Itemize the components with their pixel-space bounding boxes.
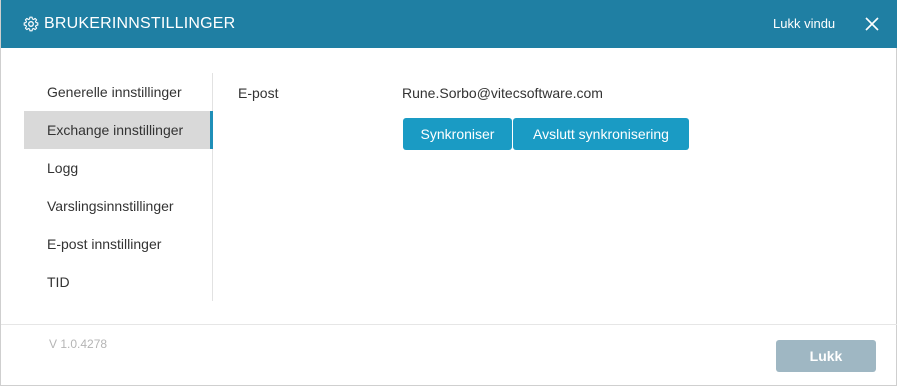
email-value: Rune.Sorbo@vitecsoftware.com bbox=[402, 85, 603, 101]
settings-dialog: BRUKERINNSTILLINGER Lukk vindu Generelle… bbox=[0, 0, 897, 386]
sidebar-item-notifications[interactable]: Varslingsinnstillinger bbox=[24, 187, 212, 225]
sidebar-item-general[interactable]: Generelle innstillinger bbox=[24, 73, 212, 111]
close-button[interactable]: Lukk bbox=[776, 340, 876, 372]
stop-sync-button[interactable]: Avslutt synkronisering bbox=[513, 118, 689, 150]
close-window-link[interactable]: Lukk vindu bbox=[773, 0, 835, 48]
header-title-group: BRUKERINNSTILLINGER bbox=[23, 0, 235, 48]
close-icon[interactable] bbox=[864, 16, 880, 32]
settings-sidebar: Generelle innstillinger Exchange innstil… bbox=[24, 73, 213, 301]
gear-icon bbox=[23, 16, 39, 32]
email-label: E-post bbox=[238, 85, 279, 101]
sidebar-item-tid[interactable]: TID bbox=[24, 263, 212, 301]
footer-divider bbox=[1, 324, 897, 325]
sync-button[interactable]: Synkroniser bbox=[403, 118, 512, 150]
dialog-header: BRUKERINNSTILLINGER Lukk vindu bbox=[1, 0, 897, 48]
dialog-title: BRUKERINNSTILLINGER bbox=[44, 15, 236, 32]
sidebar-item-email[interactable]: E-post innstillinger bbox=[24, 225, 212, 263]
sidebar-item-exchange[interactable]: Exchange innstillinger bbox=[24, 111, 213, 149]
sidebar-item-log[interactable]: Logg bbox=[24, 149, 212, 187]
version-label: V 1.0.4278 bbox=[49, 337, 108, 351]
